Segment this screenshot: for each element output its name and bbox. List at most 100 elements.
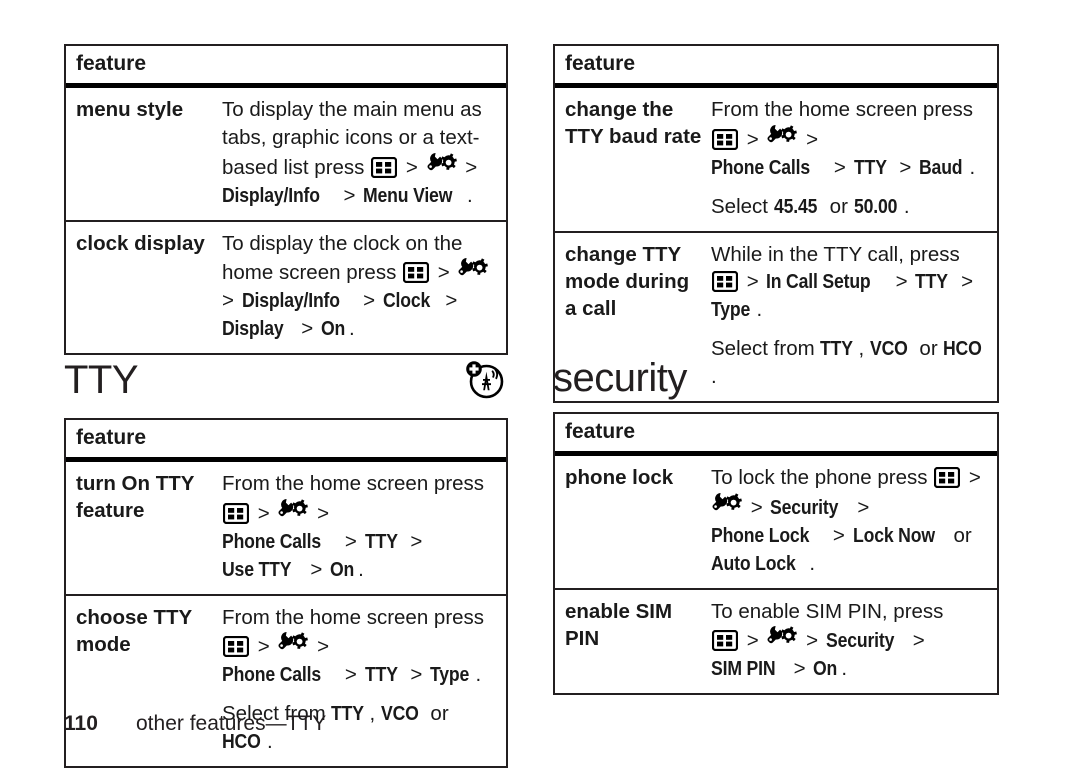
menu-path-label: Type [430, 663, 470, 687]
description-paragraph: To display the clock on the home screen … [222, 230, 498, 344]
path-separator: > [787, 657, 812, 681]
display-settings-table: feature menu style To display the main men… [64, 44, 508, 356]
path-separator: > [311, 501, 330, 525]
menu-path-label: On [813, 657, 838, 681]
wrench-gear-icon [767, 124, 798, 150]
path-separator: > [745, 495, 769, 519]
path-separator: > [741, 127, 765, 151]
menu-grid-icon [403, 262, 430, 284]
feature-description-cell: From the home screen press > > Phone Cal… [222, 462, 506, 594]
path-separator: > [439, 289, 458, 313]
menu-grid-icon [223, 636, 249, 658]
feature-name-cell: menu style [76, 98, 184, 122]
path-separator: > [311, 635, 330, 659]
menu-path-label: Lock Now [852, 523, 935, 547]
menu-path-label: Display/Info [222, 183, 320, 207]
path-separator: > [800, 127, 819, 151]
description-paragraph: While in the TTY call, press > In Call S… [711, 241, 989, 325]
menu-path-label: SIM PIN [711, 657, 776, 681]
feature-description-cell: To enable SIM PIN, press > > Security > … [711, 590, 997, 694]
path-separator: > [851, 495, 870, 519]
wrench-gear-icon [278, 498, 309, 524]
table-header-feature: feature [555, 46, 997, 89]
footer-breadcrumb: other features—TTY [136, 712, 327, 735]
menu-path-label: Phone Calls [222, 529, 322, 553]
feature-name-cell: phone lock [565, 466, 674, 490]
menu-path-label: TTY [364, 663, 398, 687]
security-table: feature phone lock To lock the phone press… [553, 412, 999, 696]
description-paragraph: From the home screen press > > Phone Cal… [222, 604, 498, 690]
menu-path-label: Display/Info [241, 289, 340, 313]
path-separator: > [907, 629, 925, 653]
menu-grid-icon [712, 630, 738, 652]
menu-path-label: Type [711, 298, 751, 322]
menu-path-label: Display [222, 317, 284, 341]
security-table-wrap: feature phone lock To lock the phone press… [553, 412, 999, 696]
wrench-gear-icon [278, 631, 309, 657]
menu-path-label: Security [770, 495, 839, 519]
description-paragraph: From the home screen press > > Phone Cal… [222, 470, 498, 584]
menu-grid-icon [712, 128, 738, 150]
menu-path-label: TTY [853, 155, 887, 179]
manual-page: feature menu style To display the main men… [0, 0, 1080, 768]
feature-description-cell: From the home screen press > > Phone Cal… [222, 596, 506, 766]
menu-grid-icon [712, 271, 738, 293]
tty-heading-row: TTY [64, 358, 508, 402]
path-separator: > [304, 557, 328, 581]
description-paragraph: Select 45.45 or 50.00. [711, 193, 989, 221]
menu-path-label: Security [825, 629, 894, 653]
table-row: change the TTY baud rate From the home sc… [555, 88, 997, 233]
path-separator: > [741, 629, 765, 653]
path-separator: > [963, 466, 981, 490]
menu-path-label: Use TTY [222, 557, 292, 581]
security-heading-row: security [553, 358, 999, 398]
path-separator: > [339, 663, 363, 687]
menu-grid-icon [371, 156, 398, 178]
feature-name-cell: choose TTY mode [76, 605, 192, 656]
menu-path-label: Auto Lock [711, 551, 796, 575]
path-separator: > [955, 270, 974, 294]
menu-path-label: On [330, 557, 355, 581]
feature-description-cell: To display the main menu as tabs, graphi… [222, 88, 506, 220]
tty-antenna-icon [463, 358, 507, 402]
menu-path-label: VCO [380, 702, 419, 726]
table-header-feature: feature [555, 414, 997, 457]
table-header-feature: feature [66, 46, 506, 89]
feature-description-cell: To display the clock on the home screen … [222, 222, 506, 354]
feature-name-cell: enable SIM PIN [565, 599, 673, 650]
menu-path-label: In Call Setup [766, 270, 871, 294]
path-separator: > [295, 317, 319, 341]
path-separator: > [459, 155, 478, 179]
menu-grid-icon [223, 502, 249, 524]
wrench-gear-icon [426, 152, 457, 178]
menu-path-label: 50.00 [853, 194, 897, 218]
page-title-security: security [553, 356, 687, 400]
feature-description-cell: To lock the phone press > > Security > P… [711, 456, 997, 588]
path-separator: > [800, 629, 824, 653]
menu-path-label: 45.45 [773, 194, 817, 218]
path-separator: > [337, 183, 362, 207]
menu-path-label: Clock [382, 289, 430, 313]
path-separator: > [432, 261, 456, 285]
table-row: choose TTY mode From the home screen pres… [66, 596, 506, 766]
table-row: enable SIM PIN To enable SIM PIN, press >… [555, 590, 997, 694]
feature-name-cell: change the TTY baud rate [565, 98, 702, 149]
display-settings-table-wrap: feature menu style To display the main men… [64, 44, 508, 356]
wrench-gear-icon [458, 257, 489, 283]
path-separator: > [404, 529, 423, 553]
path-separator: > [893, 155, 918, 179]
path-separator: > [252, 501, 276, 525]
description-paragraph: To display the main menu as tabs, graphi… [222, 96, 498, 210]
description-paragraph: To lock the phone press > > Security > P… [711, 464, 989, 578]
menu-path-label: Baud [919, 155, 963, 179]
path-separator: > [827, 523, 851, 547]
menu-path-label: TTY [915, 270, 949, 294]
path-separator: > [400, 155, 424, 179]
table-row: clock display To display the clock on the… [66, 222, 506, 354]
feature-name-cell: turn On TTY feature [76, 472, 195, 523]
wrench-gear-icon [767, 625, 798, 651]
menu-path-label: On [320, 317, 346, 341]
menu-path-label: Phone Lock [711, 523, 810, 547]
menu-grid-icon [934, 467, 961, 489]
page-footer: 110 other features—TTY [64, 712, 326, 736]
